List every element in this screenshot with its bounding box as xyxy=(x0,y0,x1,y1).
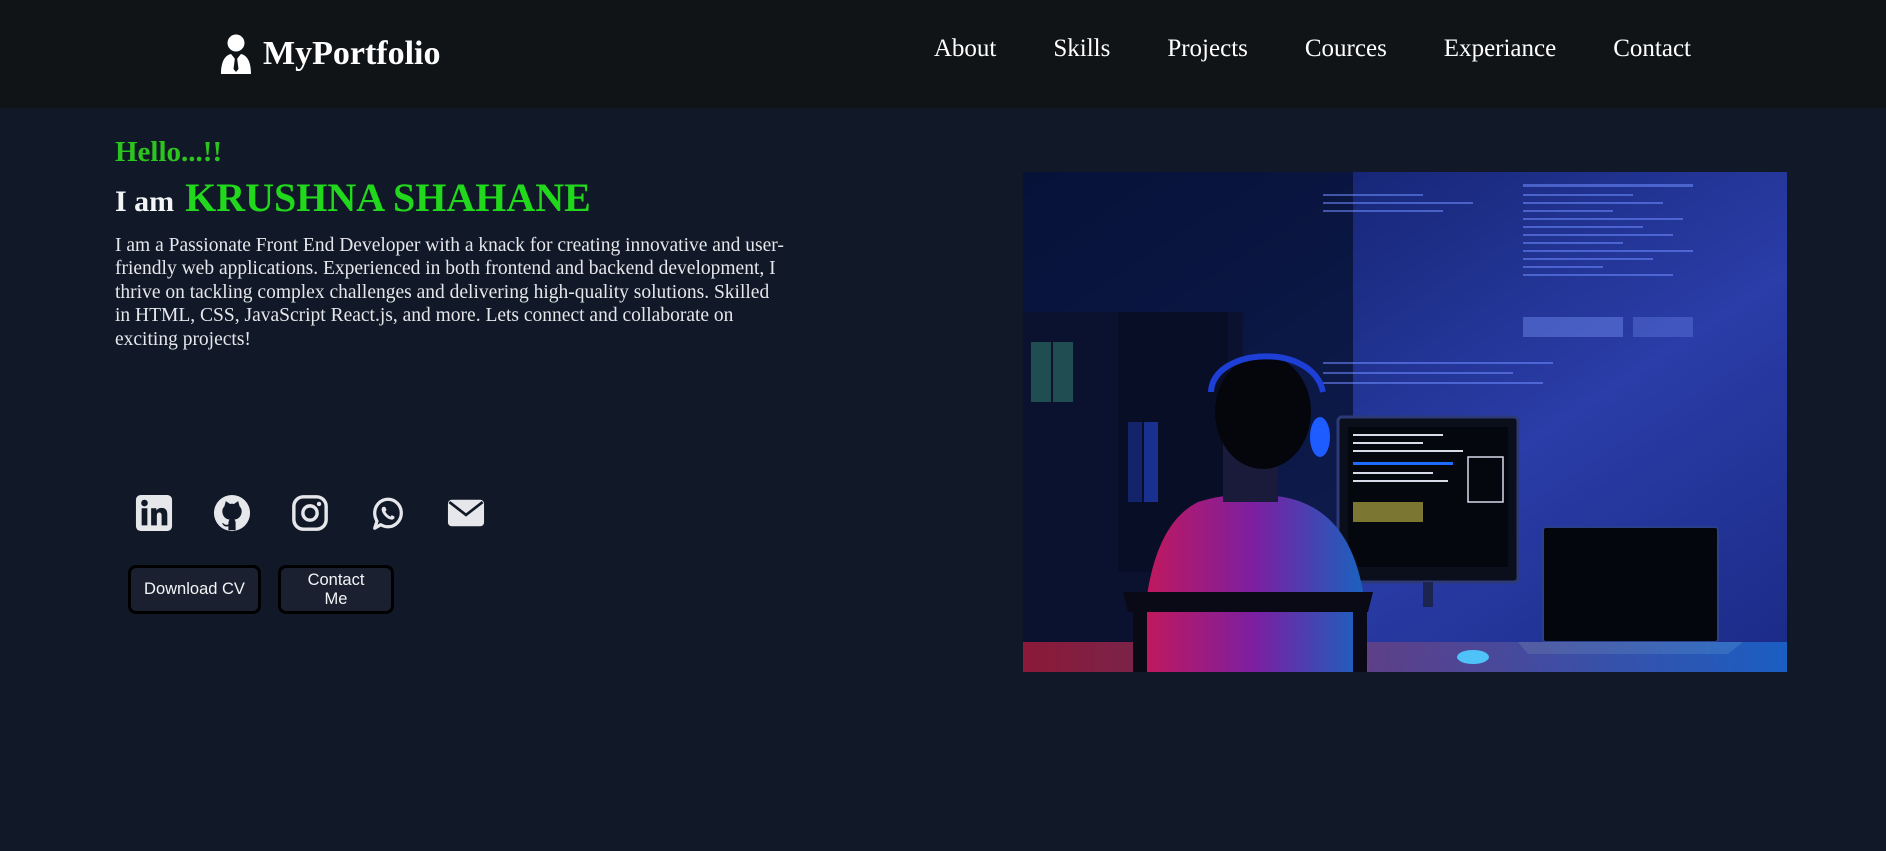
nav-link-about[interactable]: About xyxy=(934,35,997,63)
instagram-link[interactable] xyxy=(286,489,334,537)
nav-link-experiance[interactable]: Experiance xyxy=(1444,35,1556,63)
hero-bio: I am a Passionate Front End Developer wi… xyxy=(115,235,784,350)
email-icon xyxy=(447,499,485,527)
user-tie-icon xyxy=(221,34,251,74)
brand-name: MyPortfolio xyxy=(263,35,441,72)
nav-link-cources[interactable]: Cources xyxy=(1305,35,1387,63)
social-links xyxy=(130,489,520,537)
nav-link-projects[interactable]: Projects xyxy=(1167,35,1248,63)
linkedin-icon xyxy=(135,494,173,532)
developer-at-desk-illustration xyxy=(1023,172,1787,672)
navbar: MyPortfolio About Skills Projects Cource… xyxy=(0,0,1886,108)
hero-intro: I am KRUSHNA SHAHANE xyxy=(115,174,591,221)
github-icon xyxy=(213,494,251,532)
hero-greeting: Hello...!! xyxy=(115,136,223,168)
instagram-icon xyxy=(292,495,328,531)
hero-image xyxy=(1023,172,1787,672)
nav-link-contact[interactable]: Contact xyxy=(1613,35,1691,63)
whatsapp-icon xyxy=(373,497,403,530)
github-link[interactable] xyxy=(208,489,256,537)
email-link[interactable] xyxy=(442,489,490,537)
whatsapp-link[interactable] xyxy=(364,489,412,537)
cta-buttons: Download CV Contact Me xyxy=(128,565,411,614)
contact-me-button[interactable]: Contact Me xyxy=(278,565,394,614)
hero-name: KRUSHNA SHAHANE xyxy=(185,175,591,220)
intro-prefix: I am xyxy=(115,185,175,218)
laptop xyxy=(1518,526,1743,654)
nav-link-skills[interactable]: Skills xyxy=(1053,35,1110,63)
hero-section: Hello...!! I am KRUSHNA SHAHANE I am a P… xyxy=(0,108,1886,851)
nav-links: About Skills Projects Cources Experiance… xyxy=(934,35,1691,63)
brand-logo[interactable]: MyPortfolio xyxy=(220,30,441,78)
monitor xyxy=(1336,415,1520,607)
download-cv-button[interactable]: Download CV xyxy=(128,565,261,614)
linkedin-link[interactable] xyxy=(130,489,178,537)
